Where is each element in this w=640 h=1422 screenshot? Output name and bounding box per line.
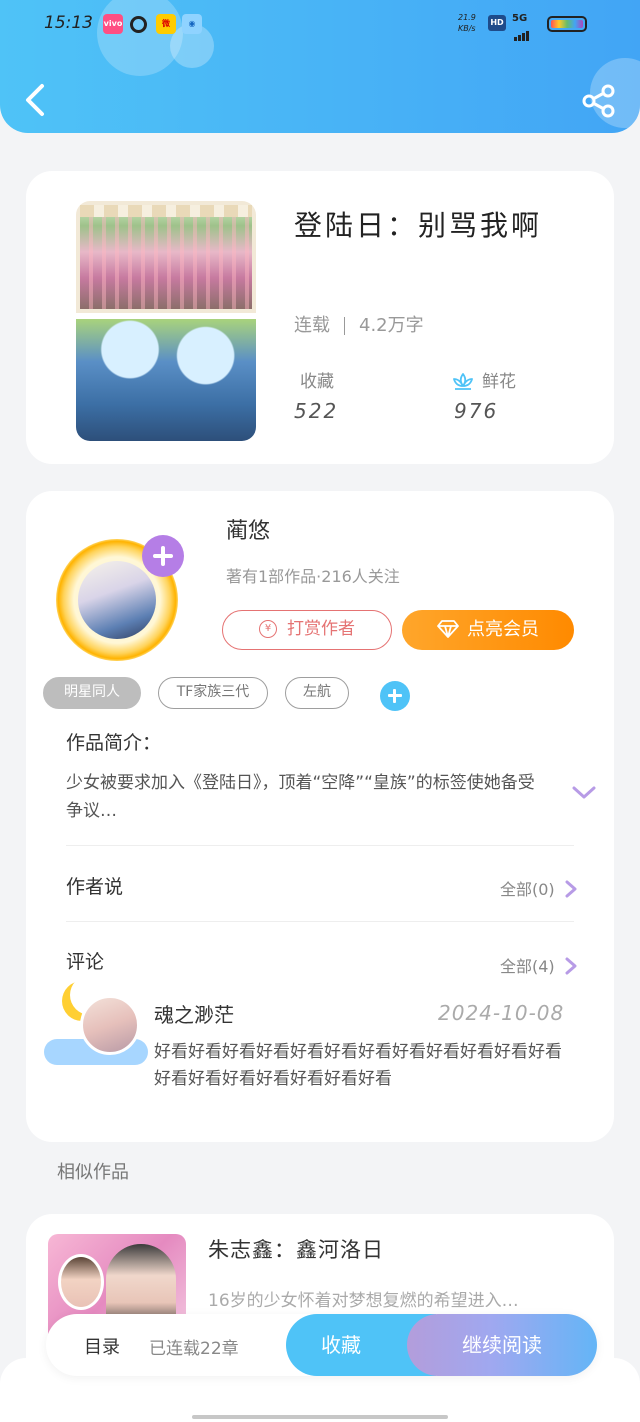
favorites-count: 522 — [294, 399, 339, 423]
add-tag-button[interactable] — [380, 681, 410, 711]
status-bar: 15:13 vivo 微 ◉ 21.9 KB/s HD 5G — [0, 0, 640, 48]
book-meta: 连载 4.2万字 — [294, 311, 424, 337]
author-stats: 著有1部作品·216人关注 — [226, 567, 400, 586]
tag-1[interactable]: TF家族三代 — [158, 677, 268, 709]
diamond-icon — [437, 619, 459, 638]
chevron-down-icon[interactable] — [571, 784, 597, 802]
intro-heading: 作品简介： — [66, 732, 162, 754]
comments-see-all[interactable]: 全部(4) — [500, 953, 578, 977]
share-icon[interactable] — [582, 84, 616, 118]
flowers-count: 976 — [454, 399, 499, 423]
app-ring-icon — [130, 16, 147, 33]
net-speed-unit: KB/s — [458, 24, 476, 33]
battery-icon — [547, 16, 587, 32]
divider — [66, 921, 574, 922]
tip-author-label: 打赏作者 — [287, 619, 355, 639]
similar-work-title: 朱志鑫：鑫河洛日 — [208, 1238, 384, 1262]
cover-group-photo-bottom — [76, 319, 256, 441]
header: 15:13 vivo 微 ◉ 21.9 KB/s HD 5G — [0, 0, 640, 133]
vip-label: 点亮会员 — [467, 619, 539, 640]
chevron-right-icon — [565, 880, 577, 898]
coin-icon: ¥ — [259, 620, 277, 638]
signal-icon — [514, 22, 530, 41]
author-card: 蔺悠 著有1部作品·216人关注 ¥ 打赏作者 点亮会员 明星同人 TF家族三代 … — [26, 491, 614, 1142]
home-indicator[interactable] — [192, 1415, 448, 1419]
meta-divider — [344, 317, 345, 335]
author-name: 蔺悠 — [226, 519, 271, 544]
weibo-icon: 微 — [156, 14, 176, 34]
vivo-app-icon: vivo — [103, 14, 123, 34]
favorites-label: 收藏 — [300, 372, 334, 392]
tag-0[interactable]: 明星同人 — [43, 677, 141, 709]
status-time: 15:13 — [44, 13, 93, 33]
word-count: 4.2万字 — [359, 315, 424, 336]
book-cover[interactable] — [76, 201, 256, 441]
tag-2[interactable]: 左航 — [285, 677, 349, 709]
intro-text: 少女被要求加入《登陆日》，顶着“空降”“皇族”的标签使她备受争议… — [66, 773, 535, 821]
divider — [66, 845, 574, 846]
flowers-label-wrap[interactable]: 鲜花 — [452, 367, 516, 392]
serial-status: 连载 — [294, 315, 330, 336]
vip-button[interactable]: 点亮会员 — [402, 610, 574, 650]
hd-icon: HD — [488, 15, 506, 31]
cover-group-photo-top — [76, 201, 256, 313]
back-arrow-icon[interactable] — [22, 82, 52, 118]
net-speed-value: 21.9 — [458, 13, 476, 22]
comment-text: 好看好看好看好看好看好看好看好看好看好看好看好看好看好看好看好看好看好看好看 — [154, 1042, 562, 1089]
author-notes-heading: 作者说 — [66, 876, 124, 898]
author-notes-see-all[interactable]: 全部(0) — [500, 876, 578, 900]
similar-heading: 相似作品 — [57, 1162, 129, 1183]
network-speed: 21.9 KB/s — [458, 12, 476, 34]
avatar-image — [78, 561, 156, 639]
tip-author-button[interactable]: ¥ 打赏作者 — [222, 610, 392, 650]
commenter-name[interactable]: 魂之渺茫 — [154, 999, 234, 1028]
chevron-right-icon — [565, 957, 577, 975]
cover-film-strip — [80, 205, 252, 217]
comments-heading: 评论 — [66, 951, 105, 973]
avatar-image — [80, 995, 140, 1055]
comments-count: 全部(4) — [500, 957, 555, 976]
app-notification-icon: ◉ — [182, 14, 202, 34]
commenter-avatar[interactable] — [44, 975, 154, 1085]
book-title: 登陆日：别骂我啊 — [294, 209, 543, 242]
author-notes-count: 全部(0) — [500, 880, 555, 899]
similar-work-desc: 16岁的少女怀着对梦想复燃的希望进入… — [208, 1291, 519, 1311]
comment-date: 2024-10-08 — [438, 1001, 565, 1025]
bottom-action-bar: 目录 已连载22章 收藏 继续阅读 — [46, 1314, 597, 1376]
follow-author-button[interactable] — [142, 535, 184, 577]
chapter-progress: 已连载22章 — [149, 1339, 239, 1359]
continue-reading-button[interactable]: 继续阅读 — [407, 1314, 597, 1376]
flowers-label: 鲜花 — [482, 372, 516, 392]
cover-figure — [58, 1254, 104, 1310]
lotus-flower-icon — [453, 373, 473, 390]
book-info-card: 登陆日：别骂我啊 连载 4.2万字 收藏 522 鲜花 976 — [26, 171, 614, 464]
toc-button[interactable]: 目录 — [84, 1333, 120, 1359]
